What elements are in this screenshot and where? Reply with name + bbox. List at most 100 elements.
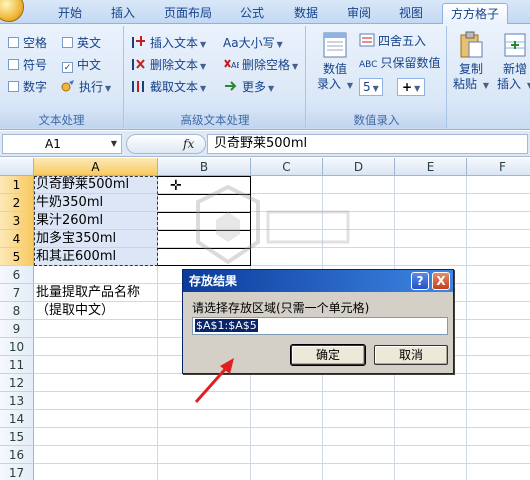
row-header[interactable]: 1 — [0, 176, 34, 194]
row-gridline — [34, 427, 530, 428]
cell-reference: A1 — [45, 137, 61, 151]
ok-button[interactable]: 确定 — [290, 344, 366, 366]
ribbon: 空格 英文 符号 ✓ 中文 数字 执行 ▼ 文本处理 插入文本 ▼ 删除文本 ▼… — [0, 24, 530, 130]
insert-text-button[interactable]: 插入文本 ▼ — [131, 34, 206, 52]
dropdown-arrow-icon: ▼ — [276, 40, 283, 49]
row-header[interactable]: 10 — [0, 338, 34, 356]
row-header[interactable]: 11 — [0, 356, 34, 374]
tab-data[interactable]: 数据 — [286, 3, 326, 24]
keep-values-button[interactable]: ABC 只保留数值 — [359, 54, 440, 72]
cell-a3[interactable]: 果汁260ml — [34, 212, 103, 230]
more-button[interactable]: 更多 ▼ — [223, 78, 274, 96]
extract-text-icon — [132, 81, 144, 92]
row-header[interactable]: 7 — [0, 284, 34, 302]
row-header[interactable]: 17 — [0, 464, 34, 480]
column-header-e[interactable]: E — [395, 158, 467, 176]
formula-input[interactable]: 贝奇野莱500ml — [207, 134, 528, 154]
select-all-corner[interactable] — [0, 158, 34, 176]
decimal-dropdown[interactable]: 5 ▼ — [359, 78, 383, 96]
row-header[interactable]: 3 — [0, 212, 34, 230]
extract-text-button[interactable]: 截取文本 ▼ — [131, 78, 206, 96]
row-header[interactable]: 14 — [0, 410, 34, 428]
help-icon[interactable]: ? — [411, 272, 429, 290]
execute-button[interactable]: 执行 ▼ — [60, 78, 111, 96]
tab-formulas[interactable]: 公式 — [232, 3, 272, 24]
dropdown-arrow-icon[interactable]: ▼ — [111, 135, 117, 153]
delete-space-button[interactable]: AB 删除空格▼ — [223, 56, 298, 74]
cell-a8[interactable]: （提取中文） — [34, 302, 114, 320]
row-header[interactable]: 8 — [0, 302, 34, 320]
row-header[interactable]: 13 — [0, 392, 34, 410]
checkbox-label: 英文 — [77, 36, 102, 50]
value-entry-group: 数值 录入 ▼ 四舍五入 ABC 只保留数值 5 ▼ + ▼ 数值录入 — [307, 26, 447, 128]
round-icon — [359, 33, 375, 47]
checkbox-label: 中文 — [77, 58, 102, 72]
tab-view[interactable]: 视图 — [391, 3, 431, 24]
number-checkbox[interactable]: 数字 — [8, 78, 47, 96]
delete-text-button[interactable]: 删除文本 ▼ — [131, 56, 206, 74]
column-header-c[interactable]: C — [251, 158, 323, 176]
name-box[interactable]: A1 ▼ — [2, 134, 122, 154]
row-header[interactable]: 6 — [0, 266, 34, 284]
cell-a7[interactable]: 批量提取产品名称 — [34, 284, 140, 302]
close-icon[interactable]: X — [432, 272, 450, 290]
row-header[interactable]: 2 — [0, 194, 34, 212]
english-checkbox[interactable]: 英文 — [62, 34, 101, 52]
add-insert-button[interactable]: 新增 插入 ▼ — [496, 30, 530, 93]
symbol-checkbox[interactable]: 符号 — [8, 56, 47, 74]
case-button[interactable]: Aa大小写 ▼ — [223, 34, 283, 52]
copy-paste-button[interactable]: 复制 粘贴 ▼ — [452, 30, 490, 93]
group-label: 数值录入 — [307, 112, 446, 128]
row-header[interactable]: 15 — [0, 428, 34, 446]
abc-icon: ABC — [359, 60, 378, 70]
copy-paste-label: 复制 粘贴 ▼ — [453, 62, 489, 91]
cell-a2[interactable]: 牛奶350ml — [34, 194, 103, 212]
formula-bar: A1 ▼ fx 贝奇野莱500ml — [0, 131, 530, 157]
value-entry-label: 数值 录入 ▼ — [317, 62, 353, 91]
dropdown-arrow-icon: ▼ — [105, 84, 112, 93]
space-checkbox[interactable]: 空格 — [8, 34, 47, 52]
value-entry-icon — [323, 32, 347, 58]
row-header[interactable]: 4 — [0, 230, 34, 248]
column-header-d[interactable]: D — [323, 158, 395, 176]
column-gridline — [466, 176, 467, 480]
group-label: 高级文本处理 — [125, 112, 305, 128]
tab-page-layout[interactable]: 页面布局 — [156, 3, 220, 24]
execute-icon — [61, 80, 74, 92]
dropdown-arrow-icon: ▼ — [200, 40, 207, 49]
chinese-checkbox[interactable]: ✓ 中文 — [62, 56, 101, 74]
annotation-arrow-icon — [194, 358, 234, 403]
row-header[interactable]: 9 — [0, 320, 34, 338]
dropdown-arrow-icon: ▼ — [200, 62, 207, 71]
checkbox-square — [8, 81, 19, 92]
checkbox-square — [8, 59, 19, 70]
office-button[interactable] — [0, 0, 24, 22]
tab-fangfang[interactable]: 方方格子 — [442, 3, 508, 24]
cell-a1[interactable]: 贝奇野莱500ml — [34, 176, 129, 194]
insert-function-icon[interactable]: fx — [183, 134, 194, 154]
value-entry-button[interactable]: 数值 录入 ▼ — [315, 30, 355, 93]
column-header-f[interactable]: F — [467, 158, 530, 176]
cell-a5[interactable]: 和其正600ml — [34, 248, 116, 266]
range-input[interactable]: $A$1:$A$5 — [192, 317, 448, 335]
tab-review[interactable]: 审阅 — [339, 3, 379, 24]
tab-insert[interactable]: 插入 — [103, 3, 143, 24]
row-gridline — [34, 391, 530, 392]
row-header[interactable]: 16 — [0, 446, 34, 464]
row-gridline — [34, 409, 530, 410]
text-processing-group: 空格 英文 符号 ✓ 中文 数字 执行 ▼ 文本处理 — [0, 26, 124, 128]
checkbox-square — [8, 37, 19, 48]
tab-home[interactable]: 开始 — [50, 3, 90, 24]
round-button[interactable]: 四舍五入 — [359, 32, 426, 50]
checkbox-label: 空格 — [23, 36, 48, 50]
column-header-b[interactable]: B — [158, 158, 251, 176]
keep-values-label: 只保留数值 — [380, 56, 441, 70]
cancel-button[interactable]: 取消 — [374, 345, 448, 365]
row-header[interactable]: 12 — [0, 374, 34, 392]
column-header-a[interactable]: A — [34, 158, 158, 176]
row-header[interactable]: 5 — [0, 248, 34, 266]
execute-label: 执行 — [79, 80, 104, 94]
plus-dropdown[interactable]: + ▼ — [397, 78, 426, 96]
insert-icon — [504, 33, 526, 57]
cell-a4[interactable]: 加多宝350ml — [34, 230, 116, 248]
